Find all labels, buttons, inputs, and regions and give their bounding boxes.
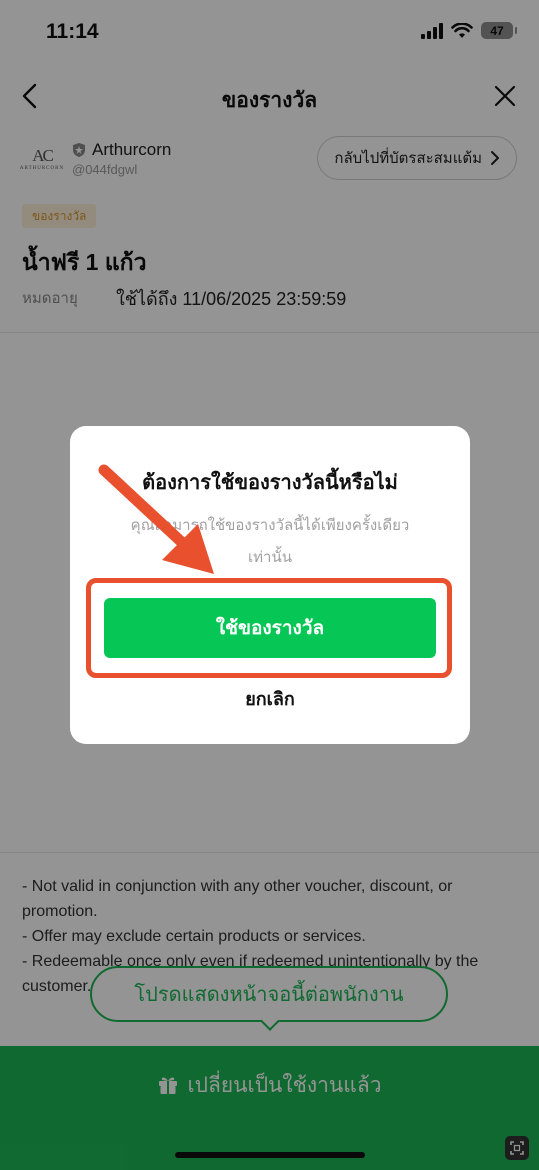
use-reward-label: ใช้ของรางวัล bbox=[215, 618, 325, 639]
dialog-title: ต้องการใช้ของรางวัลนี้หรือไม่ bbox=[142, 472, 398, 494]
reward-page: 11:14 47 ของรางวัล AC ARTHURCORN Arthurc… bbox=[0, 0, 539, 1170]
use-reward-button[interactable]: ใช้ของรางวัล bbox=[104, 598, 436, 658]
cancel-button[interactable]: ยกเลิก bbox=[70, 684, 470, 713]
confirm-dialog: ต้องการใช้ของรางวัลนี้หรือไม่ คุณสามารถใ… bbox=[70, 426, 470, 744]
dialog-message: คุณสามารถใช้ของรางวัลนี้ได้เพียงครั้งเดี… bbox=[130, 517, 410, 566]
